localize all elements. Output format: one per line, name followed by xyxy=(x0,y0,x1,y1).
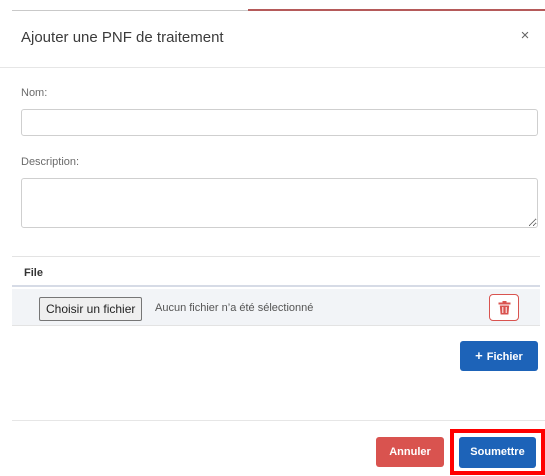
submit-button[interactable]: Soumettre xyxy=(459,437,536,468)
file-table-header: File xyxy=(12,256,540,287)
close-icon[interactable]: × xyxy=(517,28,533,44)
plus-icon: + xyxy=(475,348,483,363)
file-row: Choisir un fichier Aucun fichier n’a été… xyxy=(12,289,540,326)
name-input[interactable] xyxy=(21,109,538,136)
footer-divider xyxy=(12,420,545,421)
add-file-button[interactable]: + Fichier xyxy=(460,341,538,371)
modal-header: Ajouter une PNF de traitement × xyxy=(0,18,545,68)
description-input[interactable] xyxy=(21,178,538,228)
file-table: File Choisir un fichier Aucun fichier n’… xyxy=(12,256,540,326)
trash-icon xyxy=(498,301,511,315)
background-accent-bar xyxy=(248,9,545,11)
file-column-header: File xyxy=(24,267,43,279)
delete-file-button[interactable] xyxy=(489,294,519,321)
description-label: Description: xyxy=(21,156,80,168)
background-divider xyxy=(12,10,248,11)
choose-file-button[interactable]: Choisir un fichier xyxy=(39,297,143,321)
cancel-button[interactable]: Annuler xyxy=(376,437,444,467)
add-file-label: Fichier xyxy=(486,351,523,363)
background-page-strip xyxy=(0,0,545,12)
name-label: Nom: xyxy=(21,87,48,99)
no-file-selected-text: Aucun fichier n’a été sélectionné xyxy=(155,302,314,314)
modal-title: Ajouter une PNF de traitement xyxy=(21,29,224,46)
